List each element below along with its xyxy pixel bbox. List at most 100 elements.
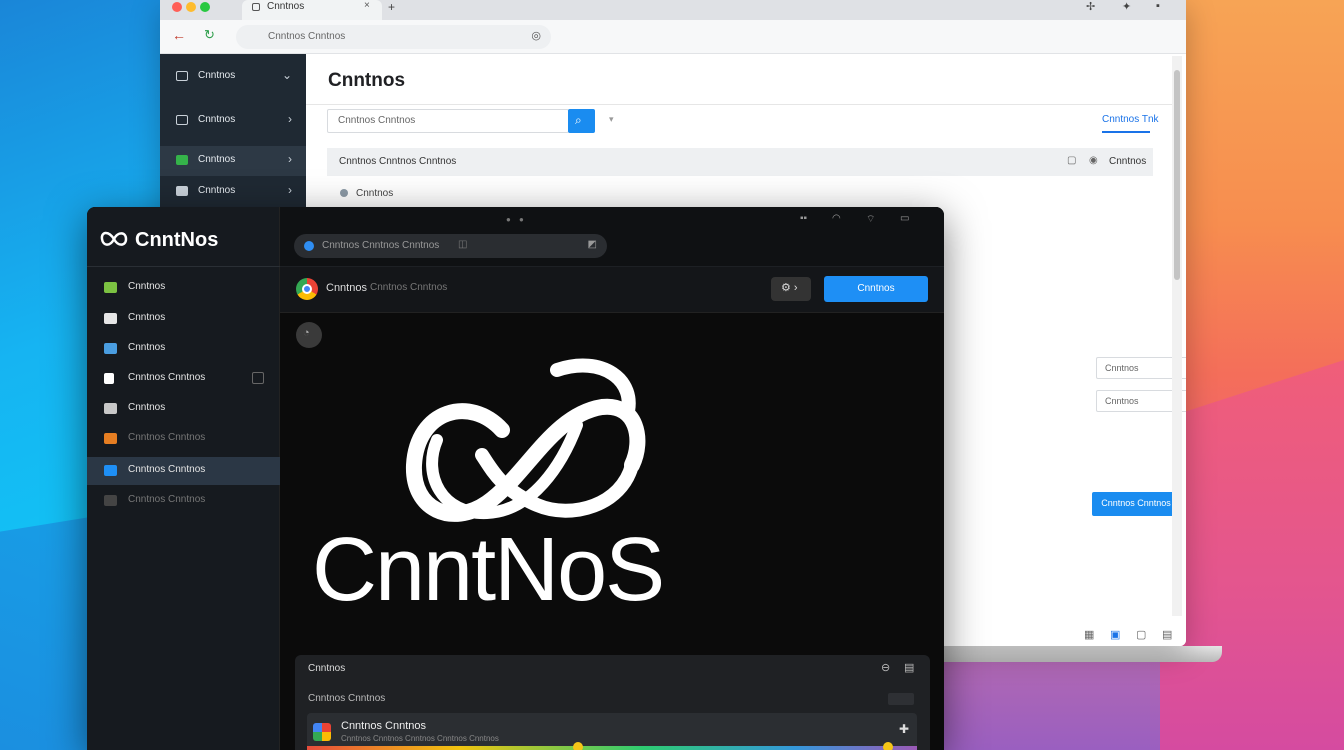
panel-toggle[interactable] [888, 693, 914, 705]
chrome-logo-icon [296, 278, 318, 300]
search-placeholder: Cnntnos Cnntnos [338, 115, 416, 126]
grid-icon[interactable]: ▦ [1084, 628, 1094, 641]
package-icon [104, 433, 117, 444]
sidebar-item-label: Cnntnos [198, 70, 236, 81]
slider-handle-start[interactable] [573, 742, 583, 750]
tab-bar: Cnntnos × + ✢ ✦ ▪ [160, 0, 1186, 20]
sidebar-item-2[interactable]: Cnntnos › [160, 106, 306, 136]
active-tab-underline [1102, 131, 1150, 133]
app-toolbar: Cnntnos Cnntnos Cnntnos ⚙ › Cnntnos [280, 267, 944, 313]
gradient-slider-track[interactable] [307, 746, 917, 750]
new-tab-icon[interactable]: + [388, 0, 395, 14]
sidebar-item-1[interactable]: Cnntnos ⌄ [160, 62, 306, 92]
minus-circle-icon[interactable]: ⊖ [881, 661, 890, 674]
sidebar-item-label: Cnntnos [198, 185, 236, 196]
column-header-right: Cnntnos [1109, 156, 1147, 167]
app-topbar: ● ● ▪▪ ◠ ⌔ ▭ Cnntnos Cnntnos Cnntnos ◫ ◩ [280, 207, 944, 267]
panel-subtitle: Cnntnos Cnntnos [308, 693, 386, 704]
app-sidebar-item-6[interactable]: Cnntnos Cnntnos [87, 425, 280, 453]
sidebar-item-4[interactable]: Cnntnos › [160, 177, 306, 207]
extensions-icon[interactable]: ✢ [1086, 0, 1095, 13]
battery-icon: ▭ [900, 213, 910, 224]
back-arrow-icon[interactable]: ← [172, 27, 186, 43]
app-sidebar-label: Cnntnos Cnntnos [128, 464, 206, 475]
search-button[interactable]: ⌕ [568, 109, 595, 133]
expand-icon[interactable] [252, 372, 264, 384]
toolbar-settings-button[interactable]: ⚙ › [771, 277, 811, 301]
app-address-bar[interactable]: Cnntnos Cnntnos Cnntnos ◫ ◩ [294, 234, 607, 258]
window-icon[interactable]: ▢ [1136, 628, 1146, 641]
user-icon: ◔ [303, 327, 310, 339]
address-text: Cnntnos Cnntnos Cnntnos [322, 240, 440, 251]
dropdown-icon[interactable]: ▾ [609, 114, 614, 125]
app-sidebar-item-3[interactable]: Cnntnos [87, 335, 280, 363]
app-sidebar-label: Cnntnos [128, 342, 166, 353]
app-sidebar-item-5[interactable]: Cnntnos [87, 395, 280, 423]
primary-action-label: Cnntnos [857, 283, 895, 294]
view-tabs[interactable]: Cnntnos Tnk [1102, 114, 1159, 125]
folder-icon [104, 465, 117, 476]
brand-name: CnntNos [135, 229, 219, 251]
maximize-window-dot[interactable] [200, 2, 210, 12]
reload-icon[interactable]: ↻ [204, 27, 215, 43]
camera-icon: ● ● [506, 215, 527, 224]
primary-action-button[interactable]: Cnntnos [824, 276, 928, 302]
app-sidebar-item-4[interactable]: Cnntnos Cnntnos [87, 365, 280, 393]
tab-label: Cnntnos [267, 1, 305, 12]
hero-logo-text: CnntNoS [312, 520, 665, 620]
globe-icon [304, 241, 314, 251]
app-sidebar-label: Cnntnos Cnntnos [128, 372, 206, 383]
copy-icon[interactable]: ▢ [1067, 155, 1076, 166]
minimize-window-dot[interactable] [186, 2, 196, 12]
app-sidebar-label: Cnntnos [128, 312, 166, 323]
bookmark-icon[interactable]: ◩ [588, 239, 597, 250]
close-window-dot[interactable] [172, 2, 182, 12]
dashboard-icon [176, 71, 188, 81]
monitor-icon [104, 343, 117, 354]
list-item[interactable]: Cnntnos Cnntnos Cnntnos Cnntnos Cnntnos … [307, 713, 917, 750]
app-sidebar-label: Cnntnos Cnntnos [128, 432, 206, 443]
info-icon[interactable]: ◉ [1089, 155, 1098, 166]
app-sidebar-item-1[interactable]: Cnntnos [87, 274, 280, 302]
app-sidebar-item-2[interactable]: Cnntnos [87, 305, 280, 333]
sidebar-item-label: Cnntnos [198, 114, 236, 125]
submit-button[interactable]: Cnntnos Cnntnos [1092, 492, 1180, 516]
toolbar-title: Cnntnos [326, 282, 367, 294]
window-menu-icon[interactable]: ▪ [1156, 0, 1160, 12]
search-input[interactable]: Cnntnos Cnntnos [327, 109, 569, 133]
layout-icon[interactable]: ▣ [1110, 628, 1120, 641]
avatar[interactable]: ◔ [296, 322, 322, 348]
scrollbar-thumb[interactable] [1174, 70, 1180, 280]
window-icon [104, 313, 117, 324]
chevron-right-icon: › [288, 112, 292, 126]
refresh-circle-icon[interactable]: ◎ [531, 29, 541, 42]
pin-icon[interactable]: ✚ [899, 722, 909, 736]
app-sidebar: CnntNos Cnntnos Cnntnos Cnntnos Cnntnos … [87, 207, 280, 750]
table-icon[interactable]: ▤ [1162, 628, 1172, 641]
app-sidebar-item-7[interactable]: Cnntnos Cnntnos [87, 457, 280, 485]
sidebar-item-3[interactable]: Cnntnos › [160, 146, 306, 176]
slider-handle-end[interactable] [883, 742, 893, 750]
tab-page-icon [252, 3, 260, 11]
table-row[interactable]: Cnntnos [356, 188, 393, 199]
app-sidebar-item-8[interactable]: Cnntnos Cnntnos [87, 487, 280, 515]
page-title: Cnntnos [328, 70, 406, 91]
header-divider [306, 104, 1176, 105]
field-value: Cnntnos [1105, 363, 1139, 373]
pin-icon[interactable]: ✦ [1122, 0, 1131, 13]
browser-tab[interactable]: Cnntnos × [242, 0, 382, 20]
address-bar[interactable]: Cnntnos Cnntnos ◎ [236, 25, 551, 49]
gear-icon: ⚙ › [781, 282, 798, 294]
row-icon [340, 189, 348, 197]
panel-menu-icon[interactable]: ▤ [904, 661, 914, 674]
app-sidebar-label: Cnntnos [128, 281, 166, 292]
chevron-down-icon: ⌄ [281, 68, 292, 82]
app-sidebar-label: Cnntnos [128, 402, 166, 413]
app-icon [176, 155, 188, 165]
brand-divider [87, 266, 280, 267]
submit-label: Cnntnos Cnntnos [1101, 498, 1171, 508]
tab-close-icon[interactable]: × [364, 0, 370, 11]
overview-icon [104, 282, 117, 293]
sidebar-item-label: Cnntnos [198, 154, 236, 165]
lock-icon: ◫ [458, 239, 468, 250]
